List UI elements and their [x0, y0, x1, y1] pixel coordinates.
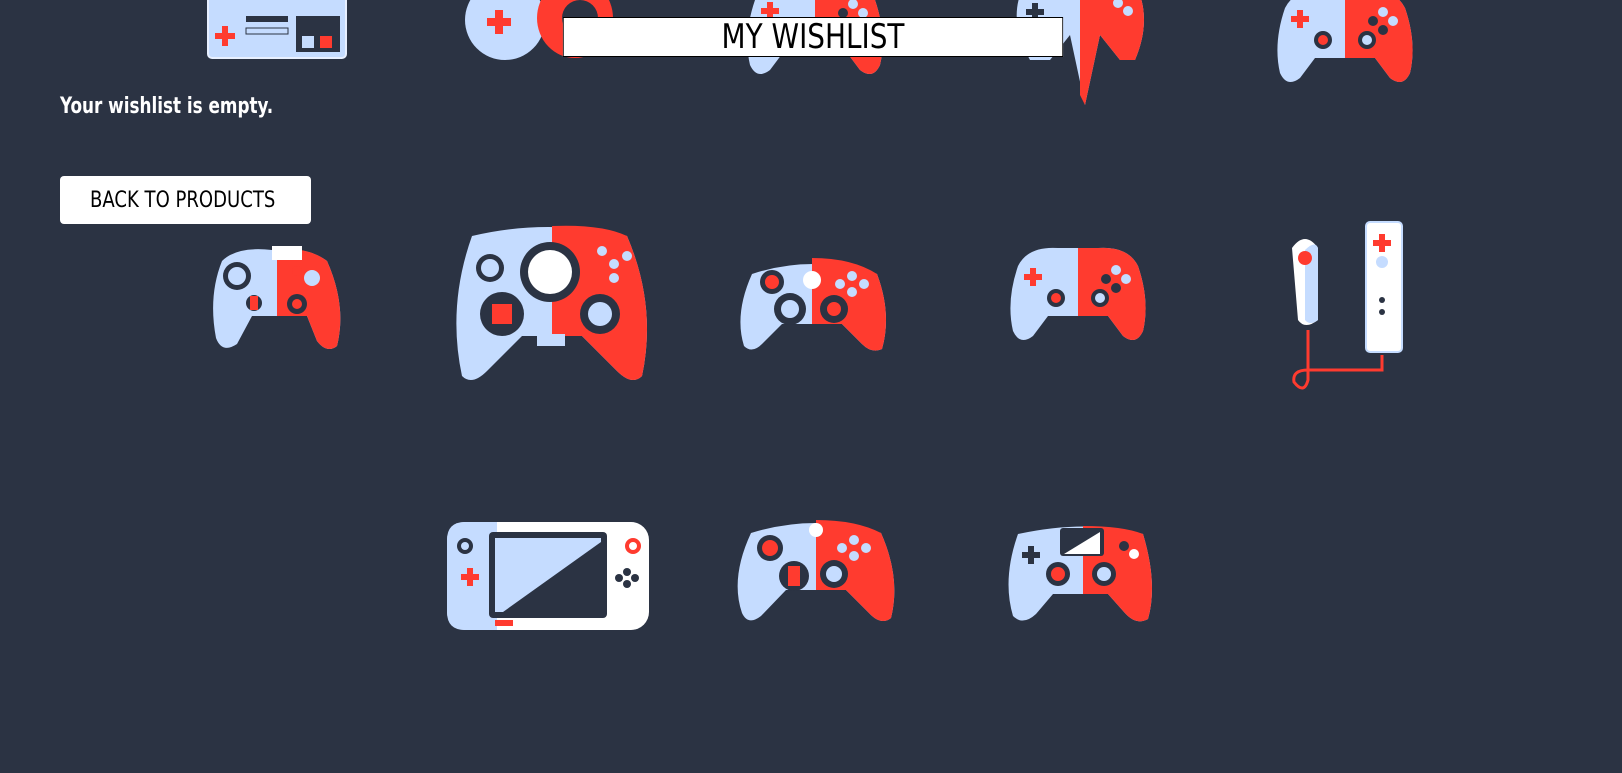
back-to-products-label: BACK TO PRODUCTS	[90, 187, 276, 213]
xbox-one-controller-icon	[737, 520, 895, 622]
ps-dualshock-controller-icon	[1277, 0, 1413, 82]
wishlist-empty-message: Your wishlist is empty.	[60, 94, 274, 119]
gamecube-controller-icon	[213, 246, 341, 350]
wiiu-gamepad-icon	[447, 522, 649, 630]
page-title: MY WISHLIST	[562, 17, 1064, 57]
back-to-products-button[interactable]: BACK TO PRODUCTS	[60, 176, 311, 224]
page-title-text: MY WISHLIST	[721, 17, 905, 57]
xbox360-controller-icon	[740, 258, 886, 351]
nes-controller-icon	[207, 0, 347, 59]
dreamcast-controller-icon	[456, 225, 647, 380]
ps3-controller-icon	[1010, 247, 1146, 340]
wii-remote-icon	[1292, 221, 1403, 390]
ps4-controller-icon	[1008, 526, 1152, 622]
